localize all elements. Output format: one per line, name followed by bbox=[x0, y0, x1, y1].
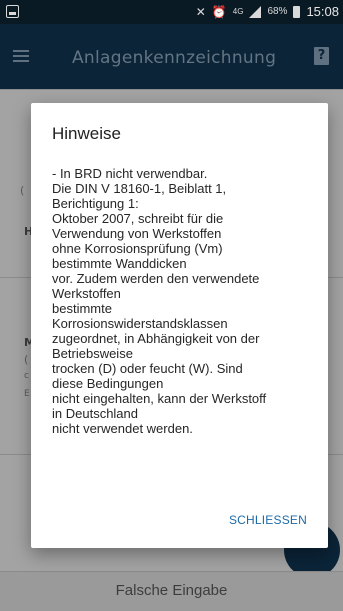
alarm-icon: ⏰ bbox=[211, 4, 227, 19]
bottom-bar: Falsche Eingabe bbox=[0, 571, 343, 611]
background-text: c bbox=[24, 371, 29, 381]
background-text: E bbox=[24, 389, 30, 399]
dialog-title: Hinweise bbox=[52, 124, 121, 143]
wrong-input-button[interactable]: Falsche Eingabe bbox=[0, 582, 343, 599]
info-dialog: Hinweise - In BRD nicht verwendbar. Die … bbox=[31, 103, 328, 548]
signal-icon bbox=[249, 5, 262, 18]
gallery-notification-icon bbox=[6, 5, 19, 18]
network-type: 4G bbox=[232, 7, 244, 16]
dialog-message: - In BRD nicht verwendbar. Die DIN V 181… bbox=[52, 166, 267, 436]
close-button[interactable]: SCHLIESSEN bbox=[229, 513, 307, 527]
battery-icon bbox=[293, 5, 301, 18]
help-icon[interactable]: ? bbox=[314, 47, 329, 65]
mute-icon: ✕ bbox=[195, 4, 206, 19]
background-text: ( bbox=[24, 353, 29, 366]
battery-percent: 68% bbox=[267, 6, 288, 17]
clock: 15:08 bbox=[306, 4, 339, 19]
menu-icon[interactable] bbox=[13, 50, 29, 62]
background-text: ( bbox=[20, 184, 25, 197]
page-title: Anlagenkennzeichnung bbox=[72, 48, 277, 68]
status-icons: ✕ ⏰ 4G 68% 15:08 bbox=[196, 4, 339, 19]
status-bar: ✕ ⏰ 4G 68% 15:08 bbox=[0, 0, 343, 24]
divider bbox=[0, 89, 343, 90]
app-bar: Anlagenkennzeichnung ? bbox=[0, 24, 343, 89]
